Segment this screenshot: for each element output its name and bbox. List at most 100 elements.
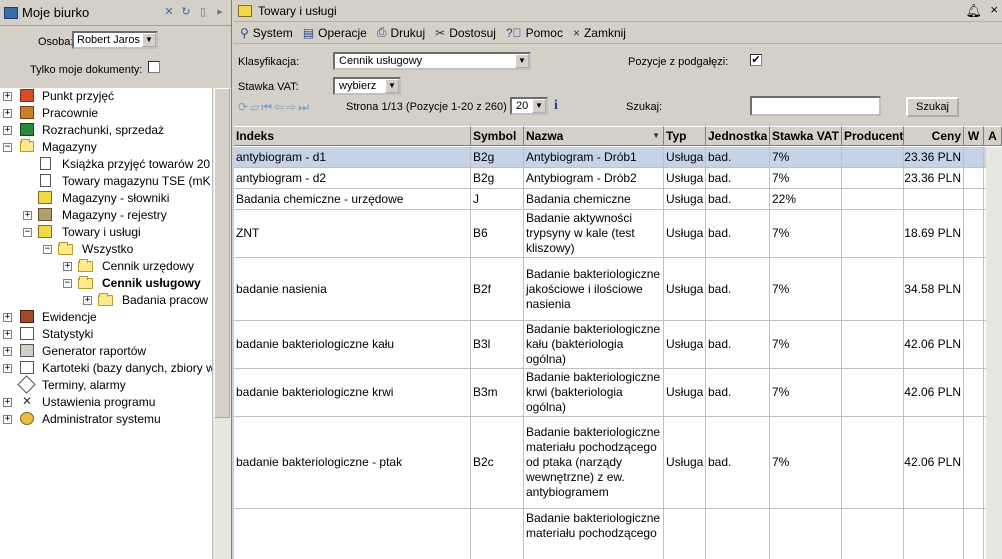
tree-item-administrator[interactable]: + Administrator systemu xyxy=(0,411,212,428)
expand-icon[interactable]: + xyxy=(23,211,32,220)
tree-item-magazyny-rejestry[interactable]: + Magazyny - rejestry xyxy=(0,207,212,224)
menu-pomoc[interactable]: ?⃝ Pomoc xyxy=(506,26,563,40)
column-header-nazwa[interactable]: Nazwa ▼ xyxy=(524,126,664,146)
menu-operacje[interactable]: ▤ Operacje xyxy=(303,26,367,40)
tree-scrollbar[interactable] xyxy=(212,88,231,559)
klasyfikacja-select[interactable]: Cennik usługowy ▼ xyxy=(333,52,531,70)
table-row[interactable]: Badania chemiczne - urzędowe J Badania che… xyxy=(234,189,1002,210)
table-scrollbar[interactable] xyxy=(986,147,1002,559)
collapse-icon[interactable]: − xyxy=(43,245,52,254)
expand-icon[interactable]: + xyxy=(3,126,12,135)
search-button[interactable]: Szukaj xyxy=(906,97,959,117)
tree-item-badania-pracow[interactable]: + Badania pracow xyxy=(0,292,212,309)
collapse-icon[interactable]: ✕ xyxy=(162,5,176,19)
cell-nazwa: Badanie bakteriologiczne kału (bakteriol… xyxy=(524,321,664,368)
tree-item-cennik-uslugowy[interactable]: − Cennik usługowy xyxy=(0,275,212,292)
last-page-icon[interactable]: ⏭ xyxy=(298,100,309,115)
column-header-producent[interactable]: Producent xyxy=(842,126,904,146)
menu-dostosuj[interactable]: ✂ Dostosuj xyxy=(435,26,496,40)
tree-item-terminy-alarmy[interactable]: Terminy, alarmy xyxy=(0,375,212,394)
tylko-moje-checkbox[interactable] xyxy=(148,61,160,73)
admin-icon xyxy=(20,412,34,425)
chevron-down-icon[interactable]: ▼ xyxy=(532,99,546,113)
expand-icon[interactable]: + xyxy=(83,296,92,305)
tree-item-rozrachunki[interactable]: + Rozrachunki, sprzedaż xyxy=(0,122,212,139)
tylko-moje-label: Tylko moje dokumenty: xyxy=(30,64,143,76)
refresh-icon[interactable]: ⟳ xyxy=(238,100,248,115)
tree-item-wszystko[interactable]: − Wszystko xyxy=(0,241,212,258)
table-row[interactable]: badanie bakteriologiczne kału B3l Badanie … xyxy=(234,321,1002,369)
tree-item-kartoteki[interactable]: + Kartoteki (bazy danych, zbiory w xyxy=(0,360,215,377)
prev-page-icon[interactable]: ⇦ xyxy=(274,100,284,115)
next-page-icon[interactable]: ⇨ xyxy=(286,100,296,115)
expand-icon[interactable]: + xyxy=(3,347,12,356)
column-header-ceny[interactable]: Ceny xyxy=(904,126,964,146)
info-icon[interactable]: i xyxy=(554,98,558,114)
tree-item-statystyki[interactable]: + Statystyki xyxy=(0,326,212,343)
chevron-down-icon[interactable]: ▼ xyxy=(385,79,399,93)
osoba-select[interactable]: Robert Jaros ▼ xyxy=(72,31,158,49)
tree-item-towary-i-uslugi[interactable]: − Towary i usługi xyxy=(0,224,212,241)
new-document-icon[interactable]: ▯ xyxy=(196,5,210,19)
tree-item-pracownie[interactable]: + Pracownie xyxy=(0,105,212,122)
column-header-stawka-vat[interactable]: Stawka VAT xyxy=(770,126,842,146)
tools-icon: ✂ xyxy=(435,25,446,40)
table-row[interactable]: antybiogram - d1 B2g Antybiogram - Drób1 Us… xyxy=(234,147,1002,168)
tree-item-punkt-przyjec[interactable]: + Punkt przyjęć xyxy=(0,88,212,105)
collapse-icon[interactable]: − xyxy=(3,143,12,152)
search-input[interactable] xyxy=(750,96,881,116)
column-header-symbol[interactable]: Symbol xyxy=(471,126,524,146)
expand-icon[interactable]: ▸ xyxy=(213,5,227,19)
tree-item-magazyny[interactable]: − Magazyny xyxy=(0,139,212,156)
column-header-indeks[interactable]: Indeks xyxy=(234,126,471,146)
expand-icon[interactable]: + xyxy=(3,313,12,322)
expand-icon[interactable]: + xyxy=(63,262,72,271)
bell-icon[interactable]: 🔔︎ xyxy=(965,3,982,19)
tree-item-ewidencje[interactable]: + Ewidencje xyxy=(0,309,212,326)
table-row[interactable]: badanie bakteriologiczne - ptak B2c Badani… xyxy=(234,417,1002,509)
table-row[interactable]: Badanie bakteriologiczne materiału pocho… xyxy=(234,509,1002,559)
column-header-a[interactable]: A xyxy=(984,126,1002,146)
stawka-select[interactable]: wybierz ▼ xyxy=(333,77,401,95)
tree-item-generator-raportow[interactable]: + Generator raportów xyxy=(0,343,212,360)
expand-icon[interactable]: + xyxy=(3,415,12,424)
column-header-jednostka[interactable]: Jednostka xyxy=(706,126,770,146)
expand-icon[interactable]: + xyxy=(3,92,12,101)
first-page-icon[interactable]: ⏮ xyxy=(261,100,272,115)
tree-item-ustawienia[interactable]: + ✕ Ustawienia programu xyxy=(0,394,212,411)
table-row[interactable]: badanie nasienia B2f Badanie bakteriologic… xyxy=(234,258,1002,321)
menu-zamknij[interactable]: × Zamknij xyxy=(573,26,626,40)
table-row[interactable]: antybiogram - d2 B2g Antybiogram - Drób2 Us… xyxy=(234,168,1002,189)
cell-symbol: B2g xyxy=(471,168,524,188)
cell-typ: Usługa xyxy=(664,369,706,416)
tree-item-towary-magazynu[interactable]: Towary magazynu TSE (mK xyxy=(0,173,212,190)
tree-item-cennik-urzedowy[interactable]: + Cennik urzędowy xyxy=(0,258,212,275)
menu-bar: ⚲ System ▤ Operacje ⎙ Drukuj ✂ Dostosuj ?⃝ Po… xyxy=(234,22,1002,44)
refresh-icon[interactable]: ↻ xyxy=(179,5,193,19)
collapse-icon[interactable]: − xyxy=(23,228,32,237)
menu-system[interactable]: ⚲ System xyxy=(240,26,293,40)
close-icon[interactable]: × xyxy=(990,2,998,17)
cards-icon xyxy=(20,361,34,374)
chevron-down-icon[interactable]: ▼ xyxy=(515,54,529,68)
tree-scrollbar-thumb[interactable] xyxy=(214,88,230,418)
expand-icon[interactable]: + xyxy=(3,109,12,118)
eraser-icon[interactable]: ▱ xyxy=(250,100,259,115)
pozycje-checkbox[interactable]: ✔ xyxy=(750,54,762,66)
chevron-down-icon[interactable]: ▼ xyxy=(142,33,156,47)
expand-icon[interactable]: + xyxy=(3,330,12,339)
expand-icon[interactable]: + xyxy=(3,364,12,373)
column-header-typ[interactable]: Typ xyxy=(664,126,706,146)
expand-icon[interactable]: + xyxy=(3,398,12,407)
column-header-w[interactable]: W xyxy=(964,126,984,146)
table-row[interactable]: badanie bakteriologiczne krwi B3m Badanie … xyxy=(234,369,1002,417)
menu-drukuj[interactable]: ⎙ Drukuj xyxy=(377,25,425,40)
collapse-icon[interactable]: − xyxy=(63,279,72,288)
pozycje-label: Pozycje z podgałęzi: xyxy=(628,56,729,68)
cell-producent xyxy=(842,369,904,416)
page-size-select[interactable]: 20 ▼ xyxy=(510,97,548,115)
tree-item-ksiazka-przyjec[interactable]: Książka przyjęć towarów 20 xyxy=(0,156,212,173)
tree-item-magazyny-slowniki[interactable]: Magazyny - słowniki xyxy=(0,190,212,207)
table-row[interactable]: ZNT B6 Badanie aktywności trypsyny w kale … xyxy=(234,210,1002,258)
sort-desc-icon[interactable]: ▼ xyxy=(652,131,660,140)
